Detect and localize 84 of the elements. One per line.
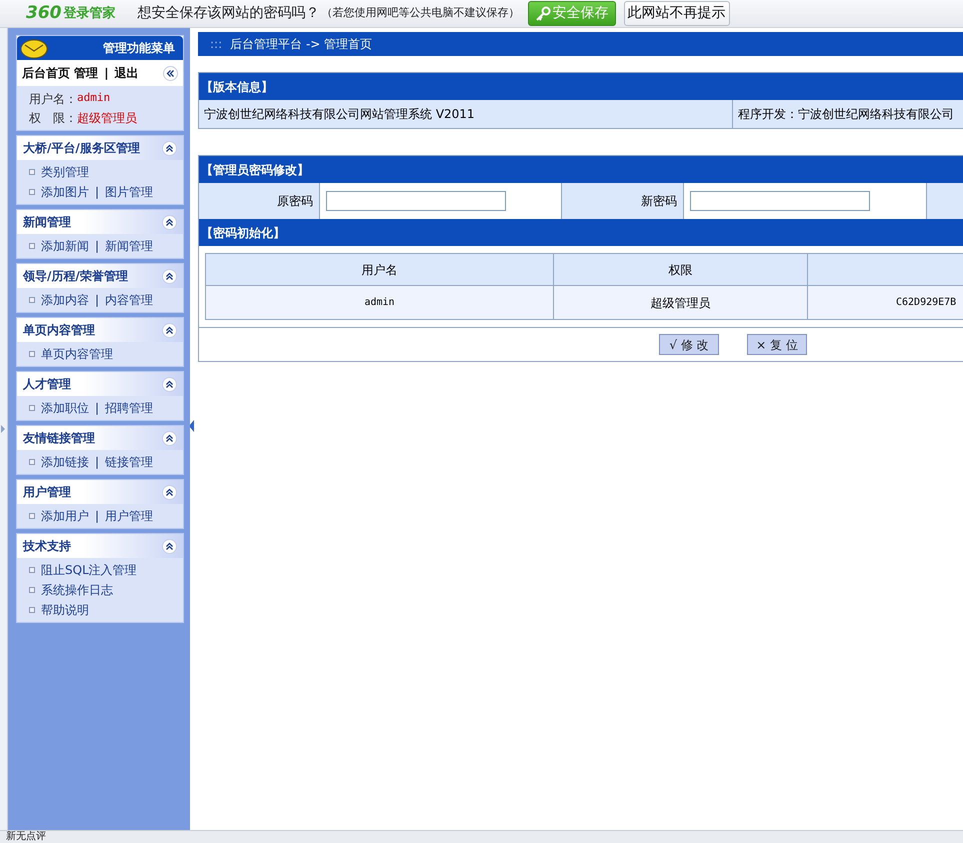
menu-link[interactable]: 添加内容 [41, 291, 89, 309]
separator: | [104, 66, 109, 80]
menu-link[interactable]: 图片管理 [105, 183, 154, 201]
save-prompt: 想安全保存该网站的密码吗？ [138, 4, 320, 23]
section-header: 【密码初始化】 [199, 219, 963, 246]
menu-link[interactable]: 添加新闻 [41, 237, 89, 255]
menu-link[interactable]: 添加用户 [41, 507, 89, 525]
menu-link[interactable]: 添加链接 [41, 453, 89, 471]
reset-button[interactable]: × 复 位 [747, 334, 807, 355]
table-cell: 超级管理员 [554, 286, 808, 319]
collapse-icon[interactable] [162, 268, 177, 284]
section-title: 人才管理 [23, 376, 71, 393]
collapse-icon[interactable] [162, 140, 177, 156]
user-label: 用户名： [29, 90, 77, 108]
table-cell-text: 程序开发：宁波创世纪网络科技有限公司 [737, 106, 955, 123]
envelope-icon [19, 37, 49, 59]
bullet-icon [29, 587, 35, 593]
field-label: 新密码 [562, 183, 684, 219]
menu-link[interactable]: 新闻管理 [105, 237, 154, 255]
bullet-icon [29, 567, 35, 573]
menu-link[interactable]: 添加职位 [41, 399, 89, 417]
separator: | [95, 292, 100, 309]
table-cell: 宁波创世纪网络科技有限公司网站管理系统 V2011 [199, 100, 733, 128]
collapse-icon[interactable] [162, 214, 177, 230]
section-title: 新闻管理 [23, 214, 71, 231]
breadcrumb-path: 后台管理平台 -> 管理首页 [230, 36, 372, 53]
menu-link[interactable]: 退出 [114, 66, 139, 80]
menu-link[interactable]: 内容管理 [105, 291, 154, 309]
user-role: 超级管理员 [77, 110, 137, 126]
collapse-icon[interactable] [162, 430, 177, 446]
new-password-field[interactable] [690, 191, 870, 211]
menu-title: 管理功能菜单 [103, 40, 175, 57]
bullet-icon [29, 459, 35, 465]
menu-link[interactable]: 帮助说明 [41, 601, 89, 619]
bullet-icon [29, 169, 35, 175]
section-title: 用户管理 [23, 484, 71, 501]
old-password-field[interactable] [326, 191, 506, 211]
bullet-icon [29, 297, 35, 303]
menu-link[interactable]: 链接管理 [105, 453, 154, 471]
menu-link[interactable]: 阻止SQL注入管理 [41, 561, 137, 579]
menu-link[interactable]: 类别管理 [41, 163, 89, 181]
menu-link[interactable]: 招聘管理 [105, 399, 154, 417]
collapse-icon[interactable] [162, 322, 177, 338]
section-title: 大桥/平台/服务区管理 [23, 140, 140, 157]
section-header: 【版本信息】 [199, 73, 963, 100]
menu-link[interactable]: 系统操作日志 [41, 581, 113, 599]
separator: | [95, 508, 100, 525]
user-name: admin [77, 90, 110, 106]
field-label: 原密码 [199, 183, 320, 219]
separator: | [95, 454, 100, 471]
breadcrumb-dots: ::: [210, 36, 222, 53]
column-header: 用户名 [206, 254, 554, 285]
collapse-sidebar-icon[interactable] [163, 66, 178, 80]
menu-link[interactable]: 添加图片 [41, 183, 89, 201]
bullet-icon [29, 607, 35, 613]
column-header: 权限 [554, 254, 808, 285]
role-label: 权 限： [29, 110, 77, 126]
dismiss-button[interactable]: 此网站不再提示 [624, 1, 730, 26]
logo-number: 360 [26, 2, 62, 25]
key-icon [534, 6, 550, 22]
section-title: 领导/历程/荣誉管理 [23, 268, 128, 285]
collapse-icon[interactable] [162, 484, 177, 500]
separator: | [95, 400, 100, 417]
separator: | [95, 184, 100, 201]
bullet-icon [29, 189, 35, 195]
collapse-icon[interactable] [162, 538, 177, 554]
section-title: 技术支持 [23, 538, 71, 555]
table-cell: admin [206, 286, 554, 319]
bullet-icon [29, 405, 35, 411]
table-cell-text: C62D929E7B [896, 296, 956, 310]
save-note: （若您使用网吧等公共电脑不建议保存） [322, 5, 520, 22]
section-header: 【管理员密码修改】 [199, 156, 963, 183]
collapse-arrow-icon[interactable] [190, 419, 195, 433]
section-title: 单页内容管理 [23, 322, 95, 339]
section-title: 友情链接管理 [23, 430, 95, 447]
bullet-icon [29, 513, 35, 519]
separator: | [95, 238, 100, 255]
logo-text: 登录管家 [64, 4, 116, 23]
bullet-icon [29, 351, 35, 357]
modify-button[interactable]: √ 修 改 [659, 334, 719, 355]
menu-link[interactable]: 后台首页 管理 [22, 66, 98, 80]
menu-link[interactable]: 用户管理 [105, 507, 154, 525]
collapse-icon[interactable] [162, 376, 177, 392]
bullet-icon [29, 243, 35, 249]
